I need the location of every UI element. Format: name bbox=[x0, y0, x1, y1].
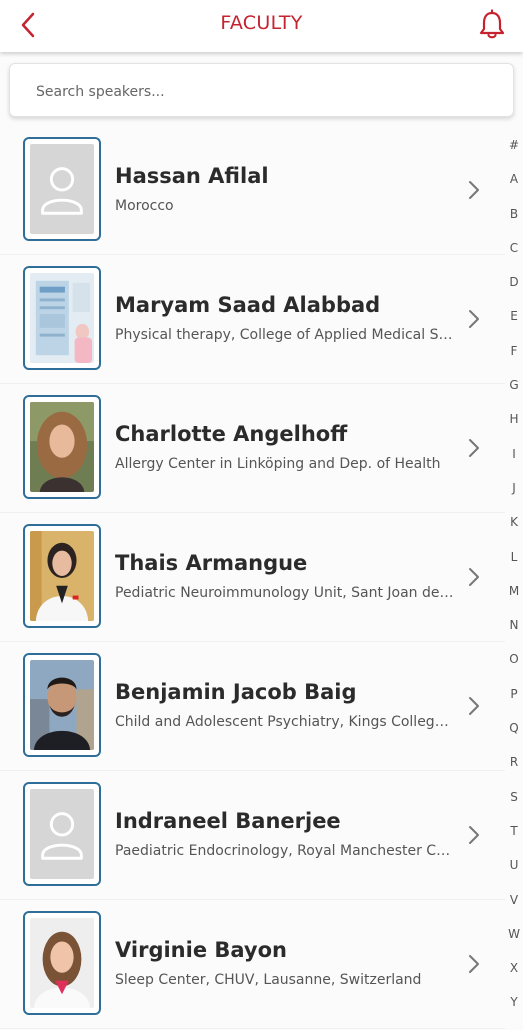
speaker-row[interactable]: Charlotte Angelhoff Allergy Center in Li… bbox=[0, 384, 505, 513]
speaker-affiliation: Child and Adolescent Psychiatry, Kings C… bbox=[115, 714, 457, 730]
speaker-row[interactable]: Maryam Saad Alabbad Physical therapy, Co… bbox=[0, 255, 505, 384]
speaker-photo bbox=[30, 273, 94, 363]
index-letter[interactable]: Q bbox=[505, 721, 523, 755]
index-letter[interactable]: X bbox=[505, 961, 523, 995]
speaker-row[interactable]: Benjamin Jacob Baig Child and Adolescent… bbox=[0, 642, 505, 771]
index-letter[interactable]: W bbox=[505, 927, 523, 961]
index-letter[interactable]: S bbox=[505, 790, 523, 824]
speaker-name: Benjamin Jacob Baig bbox=[115, 680, 357, 704]
index-letter[interactable]: A bbox=[505, 172, 523, 206]
chevron-right-icon bbox=[469, 181, 479, 199]
index-letter[interactable]: H bbox=[505, 412, 523, 446]
speaker-photo bbox=[30, 918, 94, 1008]
speaker-avatar bbox=[23, 653, 101, 757]
speaker-name: Thais Armangue bbox=[115, 551, 308, 575]
alphabet-index: # A B C D E F G H I J K L M N O P Q R S … bbox=[505, 138, 523, 1030]
index-letter[interactable]: B bbox=[505, 207, 523, 241]
index-letter[interactable]: D bbox=[505, 275, 523, 309]
speaker-avatar bbox=[23, 782, 101, 886]
chevron-right-icon bbox=[469, 439, 479, 457]
index-letter[interactable]: N bbox=[505, 618, 523, 652]
speaker-avatar bbox=[23, 395, 101, 499]
chevron-right-icon bbox=[469, 955, 479, 973]
chevron-right-icon bbox=[469, 310, 479, 328]
speaker-avatar bbox=[23, 266, 101, 370]
speaker-affiliation: Morocco bbox=[115, 198, 174, 214]
speaker-name: Hassan Afilal bbox=[115, 164, 269, 188]
speaker-row[interactable]: Indraneel Banerjee Paediatric Endocrinol… bbox=[0, 771, 505, 900]
search-input[interactable] bbox=[34, 80, 488, 104]
index-letter[interactable]: G bbox=[505, 378, 523, 412]
index-letter[interactable]: R bbox=[505, 755, 523, 789]
speaker-row[interactable]: Hassan Afilal Morocco bbox=[0, 126, 505, 255]
speaker-photo bbox=[30, 531, 94, 621]
index-letter[interactable]: # bbox=[505, 138, 523, 172]
index-letter[interactable]: O bbox=[505, 652, 523, 686]
speaker-affiliation: Paediatric Endocrinology, Royal Manchest… bbox=[115, 843, 457, 859]
index-letter[interactable]: Y bbox=[505, 995, 523, 1029]
speaker-affiliation: Physical therapy, College of Applied Med… bbox=[115, 327, 457, 343]
index-letter[interactable]: P bbox=[505, 687, 523, 721]
speaker-affiliation: Pediatric Neuroimmunology Unit, Sant Joa… bbox=[115, 585, 457, 601]
index-letter[interactable]: J bbox=[505, 481, 523, 515]
chevron-right-icon bbox=[469, 697, 479, 715]
index-letter[interactable]: I bbox=[505, 447, 523, 481]
speaker-affiliation: Sleep Center, CHUV, Lausanne, Switzerlan… bbox=[115, 972, 422, 988]
index-letter[interactable]: C bbox=[505, 241, 523, 275]
search-bar bbox=[9, 63, 514, 117]
app-header: FACULTY bbox=[0, 0, 523, 52]
bell-icon[interactable] bbox=[477, 9, 507, 41]
speaker-row[interactable]: Thais Armangue Pediatric Neuroimmunology… bbox=[0, 513, 505, 642]
speaker-name: Charlotte Angelhoff bbox=[115, 422, 348, 446]
speaker-name: Indraneel Banerjee bbox=[115, 809, 341, 833]
index-letter[interactable]: E bbox=[505, 309, 523, 343]
index-letter[interactable]: U bbox=[505, 858, 523, 892]
index-letter[interactable]: F bbox=[505, 344, 523, 378]
index-letter[interactable]: T bbox=[505, 824, 523, 858]
speaker-name: Maryam Saad Alabbad bbox=[115, 293, 381, 317]
index-letter[interactable]: L bbox=[505, 550, 523, 584]
speaker-avatar bbox=[23, 524, 101, 628]
speaker-row[interactable]: Virginie Bayon Sleep Center, CHUV, Lausa… bbox=[0, 900, 505, 1029]
user-placeholder-icon bbox=[30, 144, 94, 234]
page-title: FACULTY bbox=[220, 12, 303, 34]
chevron-right-icon bbox=[469, 826, 479, 844]
index-letter[interactable]: K bbox=[505, 515, 523, 549]
speaker-list: Hassan Afilal Morocco Maryam Saad Alabba… bbox=[0, 126, 505, 1029]
speaker-photo bbox=[30, 402, 94, 492]
speaker-affiliation: Allergy Center in Linköping and Dep. of … bbox=[115, 456, 441, 472]
user-placeholder-icon bbox=[30, 789, 94, 879]
chevron-right-icon bbox=[469, 568, 479, 586]
index-letter[interactable]: M bbox=[505, 584, 523, 618]
speaker-name: Virginie Bayon bbox=[115, 938, 287, 962]
speaker-photo bbox=[30, 660, 94, 750]
index-letter[interactable]: V bbox=[505, 893, 523, 927]
speaker-avatar bbox=[23, 137, 101, 241]
speaker-avatar bbox=[23, 911, 101, 1015]
